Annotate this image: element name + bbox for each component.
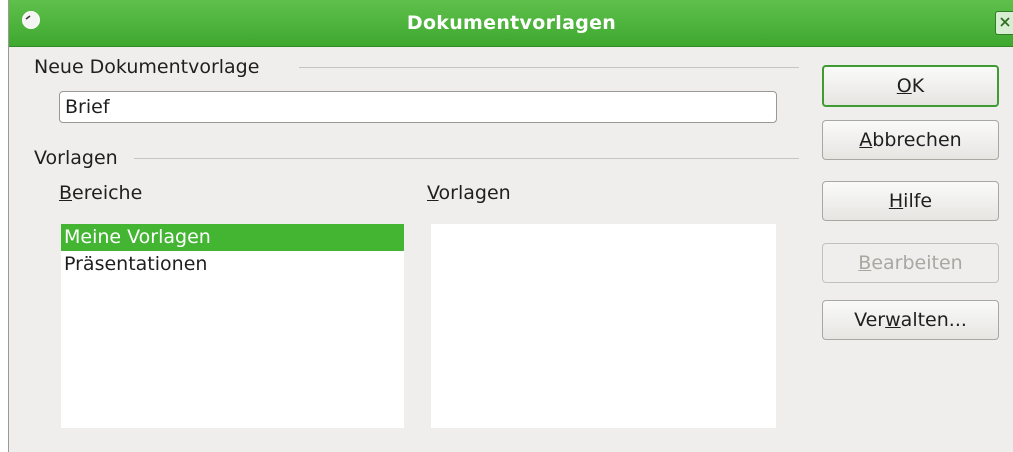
title-bar: Dokumentvorlagen bbox=[9, 0, 1013, 47]
new-template-group-label: Neue Dokumentvorlage bbox=[34, 56, 260, 78]
group-divider bbox=[134, 158, 799, 159]
categories-label: Bereiche bbox=[59, 182, 142, 204]
templates-dialog: Dokumentvorlagen Neue Dokumentvorlage Vo… bbox=[8, 0, 1013, 452]
list-item[interactable]: Präsentationen bbox=[61, 251, 404, 278]
mnemonic-letter: B bbox=[59, 182, 73, 204]
button-text: earbeiten bbox=[871, 252, 963, 274]
categories-list[interactable]: Meine Vorlagen Präsentationen bbox=[61, 224, 404, 428]
templates-list[interactable] bbox=[431, 224, 776, 428]
mnemonic-letter: w bbox=[885, 309, 901, 331]
mnemonic-letter: H bbox=[888, 190, 904, 212]
organize-button[interactable]: Verwalten... bbox=[822, 300, 999, 340]
close-icon[interactable] bbox=[995, 11, 1013, 35]
ok-button[interactable]: OK bbox=[822, 65, 999, 107]
mnemonic-letter: O bbox=[896, 75, 912, 97]
group-divider bbox=[299, 67, 799, 68]
mnemonic-letter: B bbox=[858, 252, 872, 274]
mnemonic-letter: V bbox=[427, 182, 439, 204]
button-text: alten... bbox=[900, 309, 967, 331]
cancel-button[interactable]: Abbrechen bbox=[822, 120, 999, 160]
label-text: orlagen bbox=[438, 182, 511, 204]
label-text: ereiche bbox=[72, 182, 143, 204]
template-name-input[interactable] bbox=[59, 91, 777, 123]
button-text: bbrechen bbox=[872, 129, 962, 151]
list-item[interactable]: Meine Vorlagen bbox=[61, 224, 404, 251]
templates-group-label: Vorlagen bbox=[34, 147, 118, 169]
button-text: ilfe bbox=[903, 190, 933, 212]
window-title: Dokumentvorlagen bbox=[406, 12, 617, 34]
button-text: Ver bbox=[854, 309, 886, 331]
help-button[interactable]: Hilfe bbox=[822, 181, 999, 221]
templates-label: Vorlagen bbox=[427, 182, 511, 204]
edit-button[interactable]: Bearbeiten bbox=[822, 243, 999, 283]
button-text: K bbox=[911, 75, 925, 97]
mnemonic-letter: A bbox=[859, 129, 873, 151]
close-glyph bbox=[1000, 17, 1010, 27]
